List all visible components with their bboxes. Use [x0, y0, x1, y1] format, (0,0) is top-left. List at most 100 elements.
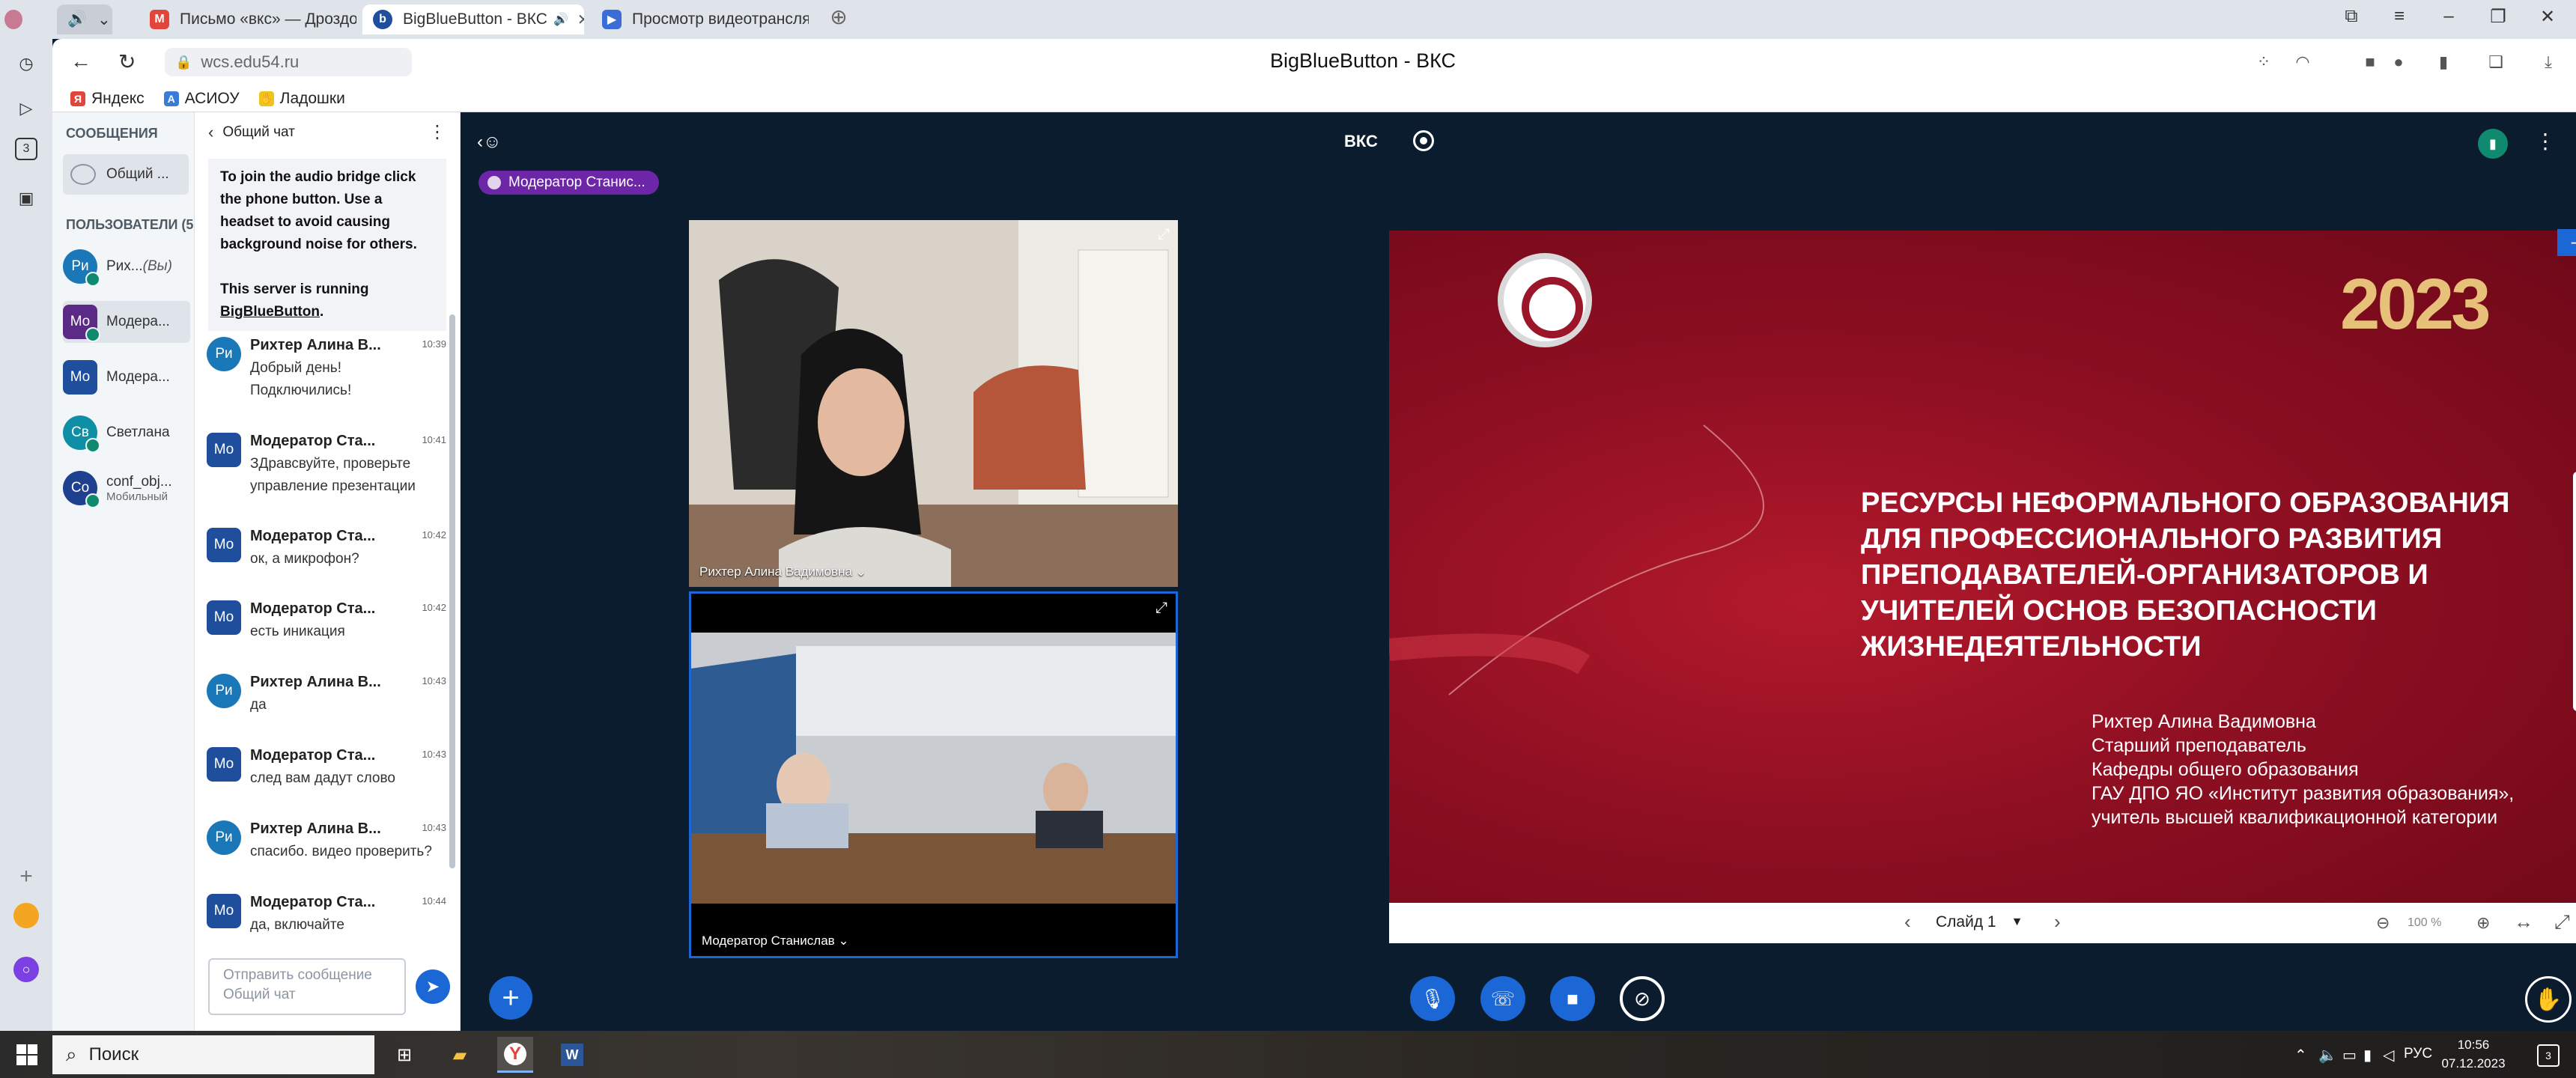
profile-avatar[interactable] [4, 4, 22, 34]
task-view-icon[interactable]: ⊞ [386, 1037, 422, 1073]
avatar: Mo [207, 433, 241, 467]
mic-status-icon [85, 272, 100, 287]
input-language[interactable]: РУС [2404, 1046, 2432, 1062]
menu-icon[interactable]: ≡ [2383, 6, 2416, 27]
bookmark-label: Ладошки [279, 89, 345, 107]
hand-icon: ✋ [258, 91, 274, 106]
chevron-up-icon[interactable]: ⌃ [2294, 1046, 2307, 1065]
play-icon[interactable]: ▷ [10, 93, 42, 124]
tab-bigbluebutton[interactable]: b BigBlueButton - ВКС 🔊 ✕ [362, 4, 584, 34]
windows-start-icon[interactable] [16, 1044, 37, 1065]
new-tab-button[interactable]: ⊕ [822, 4, 855, 29]
volume-icon[interactable]: ◁ [2383, 1046, 2394, 1065]
talking-indicator[interactable]: Модератор Станис... [479, 171, 659, 195]
webcam-user-name[interactable]: Рихтер Алина Вадимовна ⌄ [699, 564, 866, 579]
microphone-icon: 🎙 [1420, 987, 1445, 1010]
notifications-icon[interactable]: 3 [2537, 1044, 2560, 1067]
microphone-button[interactable]: 🎙 [1410, 976, 1455, 1021]
audio-button[interactable]: ☏ [1480, 976, 1525, 1021]
zoom-in-icon[interactable]: ⊕ [2476, 913, 2490, 933]
screenshare-button[interactable]: ⊘ [1620, 976, 1665, 1021]
bigbluebutton-link[interactable]: BigBlueButton [220, 304, 320, 320]
alice-icon[interactable]: ○ [13, 957, 39, 982]
camera-icon[interactable]: ■ [2360, 52, 2380, 72]
fit-width-icon[interactable]: ↔ [2514, 910, 2533, 934]
more-vertical-icon[interactable]: ⋮ [428, 121, 446, 143]
webcam-button[interactable]: ■ [1550, 976, 1595, 1021]
user-item[interactable]: Ри Рих...(Вы) [63, 246, 190, 287]
slide-selector[interactable]: Слайд 1 ▼ [1936, 913, 2023, 931]
user-item[interactable]: Св Светлана [63, 412, 190, 454]
yandex-icon: Я [70, 91, 85, 106]
bigbluebutton-app: СООБЩЕНИЯ Общий ... ПОЛЬЗОВАТЕЛИ (5 Ри Р… [52, 112, 2576, 1031]
restore-icon[interactable]: ❐ [2482, 6, 2515, 28]
connection-status-icon[interactable]: ▮ [2478, 129, 2508, 159]
minimize-icon[interactable]: – [2432, 6, 2465, 27]
avatar: Ри [207, 820, 241, 855]
user-name: Рих...(Вы) [106, 258, 172, 274]
tab-video-stream[interactable]: ▶ Просмотр видеотрансляц [592, 4, 809, 34]
speaker-icon: 🔊 [553, 13, 568, 26]
recording-indicator-icon[interactable] [1413, 130, 1434, 151]
chat-message-input[interactable]: Отправить сообщение Общий чат [208, 958, 406, 1015]
taskbar-search-input[interactable]: ⌕ Поиск [52, 1035, 374, 1074]
next-slide-icon[interactable]: › [2054, 910, 2061, 934]
gmail-icon: M [150, 10, 169, 29]
file-explorer-icon[interactable]: ▰ [442, 1037, 478, 1073]
minimize-presentation-button[interactable]: – [2557, 229, 2576, 256]
word-icon[interactable]: W [554, 1037, 590, 1073]
speaker-icon[interactable]: 🔈 [2318, 1046, 2337, 1065]
bookmark-yandex[interactable]: Я Яндекс [70, 90, 145, 108]
message-time: 10:43 [422, 822, 446, 833]
yandex-market-icon[interactable] [13, 903, 39, 928]
bookmark-icon[interactable]: ▮ [2434, 52, 2453, 72]
url-field[interactable]: 🔒 wcs.edu54.ru [165, 48, 412, 76]
webcam-user-name[interactable]: Модератор Станислав ⌄ [702, 934, 849, 948]
speaker-icon: 🔊 [67, 10, 88, 28]
reload-icon[interactable]: ↻ [118, 49, 136, 74]
network-icon[interactable]: ▭ [2342, 1046, 2357, 1065]
close-window-icon[interactable]: ✕ [2531, 6, 2564, 28]
video-icon: ▶ [602, 10, 622, 29]
collections-icon[interactable]: ❑ [2486, 52, 2506, 72]
slide-title: Ресурсы неформального образования для пр… [1861, 487, 2510, 663]
bookmark-asiou[interactable]: A АСИОУ [163, 90, 240, 108]
toggle-userlist-icon[interactable]: ‹☺ [477, 132, 502, 153]
chat-header[interactable]: ‹ Общий чат [208, 123, 295, 142]
download-icon[interactable]: ⤓ [2539, 52, 2558, 72]
previous-slide-icon[interactable]: ‹ [1904, 910, 1911, 934]
send-button[interactable]: ➤ [416, 969, 450, 1004]
fullscreen-icon[interactable]: ⤢ [1152, 598, 1171, 618]
microphone-icon[interactable]: ▮ [2363, 1046, 2372, 1065]
webcam-tile[interactable]: Рихтер Алина Вадимовна ⌄ ⤢ [689, 220, 1178, 587]
mic-status-icon [85, 327, 100, 342]
webcam-tile[interactable]: Модератор Станислав ⌄ ⤢ [689, 591, 1178, 958]
yandex-browser-icon[interactable]: Y [497, 1037, 533, 1073]
close-tab-icon[interactable]: ✕ [577, 10, 584, 29]
chat-scrollbar[interactable] [449, 314, 455, 868]
user-item[interactable]: Mo Модера... [63, 356, 190, 398]
microphone-icon[interactable]: ● [2389, 52, 2408, 72]
tab-mail[interactable]: M Письмо «вкс» — Дроздо [139, 4, 356, 34]
bookmark-ladoshki[interactable]: ✋ Ладошки [258, 89, 345, 108]
screenshot-icon[interactable]: ▣ [10, 183, 42, 214]
headphones-icon[interactable]: ◠ [2293, 52, 2312, 72]
public-chat-entry[interactable]: Общий ... [63, 154, 189, 195]
zoom-out-icon[interactable]: ⊖ [2376, 913, 2390, 933]
more-vertical-icon[interactable]: ⋮ [2535, 129, 2556, 153]
clock[interactable]: 10:56 07.12.2023 [2440, 1035, 2507, 1073]
add-panel-icon[interactable]: + [10, 861, 42, 892]
media-control-button[interactable]: 🔊 ⌄ [57, 4, 112, 34]
user-item[interactable]: Mo Модера... [63, 301, 190, 343]
fullscreen-icon[interactable]: ⤢ [1154, 225, 1173, 244]
raise-hand-button[interactable]: ✋ [2525, 976, 2572, 1023]
tab-count-badge[interactable]: 3 [15, 138, 37, 160]
tabs-icon[interactable]: ⧉ [2335, 6, 2368, 27]
extensions-icon[interactable]: ⁘ [2254, 52, 2273, 72]
fullscreen-icon[interactable]: ⤢ [2554, 910, 2570, 934]
presentation-slide[interactable]: 2023 Ресурсы неформального образования д… [1389, 231, 2576, 903]
actions-plus-button[interactable]: + [489, 976, 532, 1020]
back-icon[interactable]: ← [70, 49, 91, 73]
history-icon[interactable]: ◷ [10, 48, 42, 79]
user-item[interactable]: Co conf_obj... Мобильный [63, 467, 190, 509]
